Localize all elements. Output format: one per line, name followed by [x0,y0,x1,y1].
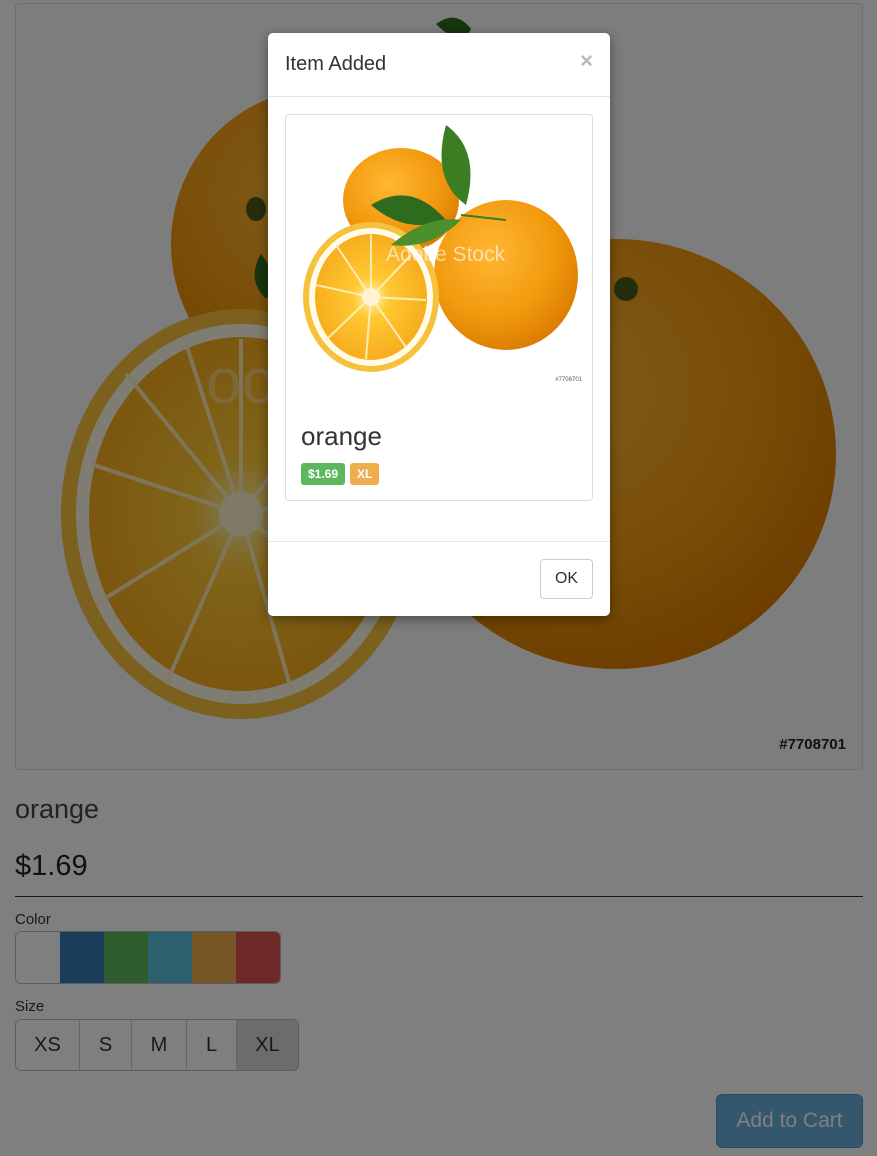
item-badges: $1.69 XL [301,463,380,485]
item-thumbnail-card: Adobe Stock #7708701 orange $1.69 XL [285,114,593,501]
modal-body: Adobe Stock #7708701 orange $1.69 XL [268,97,610,542]
item-added-modal: Item Added × Adobe Stock #7708701 orange… [268,33,610,616]
modal-title: Item Added [285,53,387,75]
size-badge: XL [350,463,380,485]
thumbnail-watermark: Adobe Stock [386,243,506,266]
thumbnail-stock-number: #7708701 [555,377,582,383]
close-icon[interactable]: × [580,50,593,72]
price-badge: $1.69 [301,463,346,485]
ok-button[interactable]: OK [540,559,593,599]
modal-header: Item Added × [268,33,610,97]
item-name: orange [301,421,382,451]
modal-footer: OK [268,542,610,615]
